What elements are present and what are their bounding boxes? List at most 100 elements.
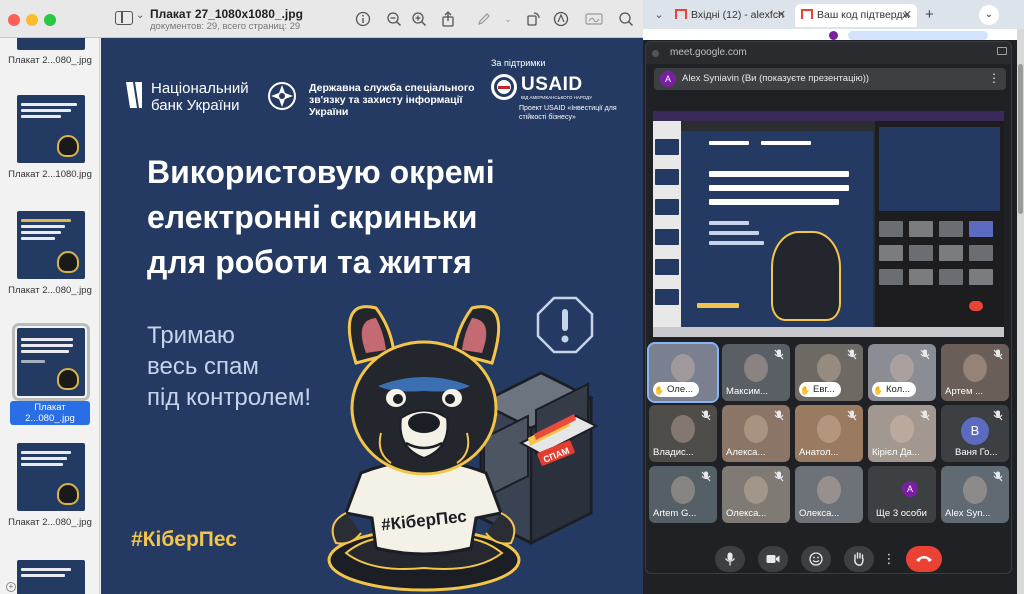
end-call-button[interactable]	[906, 546, 942, 572]
close-tab-icon[interactable]: ✕	[777, 4, 786, 27]
browser-window: ⌄ Вхідні (12) - alexfcn ✕ Ваш код підтве…	[643, 0, 1024, 594]
participant-tile[interactable]: Максим...	[722, 344, 790, 401]
thumbnail[interactable]	[17, 38, 85, 50]
participant-tile[interactable]: Евг... ✋	[795, 344, 863, 401]
search-bar[interactable]	[848, 31, 988, 40]
mic-off-icon	[773, 410, 785, 422]
sidebar-toggle-icon[interactable]	[115, 11, 133, 25]
dss-name: Державна служба спеціального зв'язку та …	[309, 82, 475, 118]
tab-verification-code[interactable]: Ваш код підтвердж ✕	[795, 4, 917, 27]
participant-tile[interactable]: Олекса...	[795, 466, 863, 523]
thumbnail[interactable]	[17, 211, 85, 279]
minimize-window-button[interactable]	[26, 14, 38, 26]
new-tab-button[interactable]: +	[925, 5, 934, 25]
thumbnail-label: Плакат 2...080_.jpg	[8, 517, 92, 528]
participant-tile[interactable]: Алекса...	[722, 405, 790, 462]
raised-hand-icon: ✋	[654, 386, 664, 395]
participant-name: Олекса...	[799, 508, 840, 519]
shared-screen[interactable]	[653, 111, 1004, 337]
participant-name: Artem G...	[653, 508, 697, 519]
mic-off-icon	[846, 349, 858, 361]
avatar	[829, 31, 838, 40]
zoom-in-icon[interactable]	[411, 11, 427, 27]
chevron-down-icon[interactable]: ⌄	[500, 11, 516, 27]
more-options-icon[interactable]: ⋮	[988, 71, 1000, 85]
meet-popup-window: meet.google.com A Alex Syniavin (Ви (пок…	[645, 41, 1012, 574]
microphone-button[interactable]	[715, 546, 745, 572]
shared-screen-sidebar	[653, 121, 681, 337]
participant-tile[interactable]: Артем ...	[941, 344, 1009, 401]
participant-tile[interactable]: Оле... ✋	[647, 342, 719, 403]
chevron-down-icon[interactable]: ⌄	[136, 10, 144, 21]
mic-off-icon	[919, 410, 931, 422]
participant-tile[interactable]: A Ще 3 особи	[868, 466, 936, 523]
participant-name: Олекса...	[726, 508, 767, 519]
participant-tile[interactable]: В Ваня Го...	[941, 405, 1009, 462]
mic-off-icon	[992, 471, 1004, 483]
document-title: Плакат 27_1080x1080_.jpg	[150, 7, 303, 21]
thumbnail[interactable]	[17, 95, 85, 163]
participant-name: Артем ...	[945, 386, 984, 397]
poster-image: Національний банк України Державна служб…	[101, 38, 643, 594]
participant-tile[interactable]: Олекса...	[722, 466, 790, 523]
gmail-icon	[801, 9, 813, 19]
cyber-dog-illustration: СПАМ #КіберПес	[327, 305, 599, 592]
thumbnail-sidebar[interactable]: Плакат 2...080_.jpg Плакат 2...1080.jpg …	[0, 38, 100, 594]
thumbnail-label: Плакат 2...1080.jpg	[8, 169, 92, 180]
mic-off-icon	[992, 349, 1004, 361]
participant-video	[817, 476, 841, 504]
participant-tile[interactable]: Artem G...	[649, 466, 717, 523]
participant-name: Максим...	[726, 386, 769, 397]
add-icon[interactable]: +	[6, 582, 16, 592]
mic-off-icon	[773, 471, 785, 483]
close-tab-icon[interactable]: ✕	[903, 4, 912, 27]
participant-video	[963, 354, 987, 382]
shared-screen-dock	[653, 327, 1004, 337]
scrollbar-thumb[interactable]	[1018, 64, 1023, 214]
search-icon[interactable]	[618, 11, 634, 27]
participant-video	[817, 354, 841, 382]
emoji-reactions-button[interactable]	[801, 546, 831, 572]
poster-headline: Використовую окремі електронні скриньки …	[147, 154, 495, 280]
meet-controls: ⋮	[646, 542, 1011, 573]
thumbnail-label-selected: Плакат 2...080_.jpg	[10, 401, 90, 425]
sign-icon[interactable]	[585, 11, 603, 27]
tab-search-button[interactable]: ⌄	[979, 5, 999, 25]
document-subtitle: документов: 29, всего страниц: 29	[150, 21, 301, 32]
project-name: Проект USAID «Інвестиції для стійкості б…	[519, 105, 617, 121]
markup-pen-icon[interactable]	[476, 11, 492, 27]
participant-video	[671, 476, 695, 504]
avatar: A	[660, 71, 676, 87]
thumbnail-selected[interactable]	[12, 323, 90, 401]
browser-content: meet.google.com A Alex Syniavin (Ви (пок…	[643, 29, 1024, 594]
participant-video	[744, 415, 768, 443]
window-control[interactable]	[652, 50, 659, 57]
participant-tile[interactable]: Кірієл Да...	[868, 405, 936, 462]
zoom-out-icon[interactable]	[386, 11, 402, 27]
participant-tile[interactable]: Владис...	[649, 405, 717, 462]
preview-window: ⌄ Плакат 27_1080x1080_.jpg документов: 2…	[0, 0, 643, 594]
zoom-window-button[interactable]	[44, 14, 56, 26]
thumbnail[interactable]	[17, 443, 85, 511]
rotate-icon[interactable]	[525, 11, 541, 27]
mic-off-icon	[992, 410, 1004, 422]
browser-tab-bar: ⌄ Вхідні (12) - alexfcn ✕ Ваш код підтве…	[643, 0, 1024, 29]
camera-button[interactable]	[758, 546, 788, 572]
participant-tile[interactable]: Анатол...	[795, 405, 863, 462]
raise-hand-button[interactable]	[844, 546, 874, 572]
mic-off-icon	[919, 349, 931, 361]
browser-scrollbar[interactable]	[1017, 29, 1024, 594]
close-window-button[interactable]	[8, 14, 20, 26]
markup-circle-icon[interactable]	[553, 11, 569, 27]
chevron-down-icon[interactable]: ⌄	[649, 4, 669, 27]
thumbnail[interactable]	[17, 560, 85, 594]
mic-off-icon	[846, 410, 858, 422]
participant-tile[interactable]: Кол... ✋	[868, 344, 936, 401]
tab-gmail-inbox[interactable]: Вхідні (12) - alexfcn ✕	[669, 4, 791, 27]
participant-name: Ще 3 особи	[876, 508, 927, 519]
info-icon[interactable]	[355, 11, 371, 27]
more-options-icon[interactable]: ⋮	[882, 546, 896, 572]
share-icon[interactable]	[440, 11, 456, 27]
cast-icon[interactable]	[997, 47, 1007, 55]
participant-tile[interactable]: Alex Syn...	[941, 466, 1009, 523]
